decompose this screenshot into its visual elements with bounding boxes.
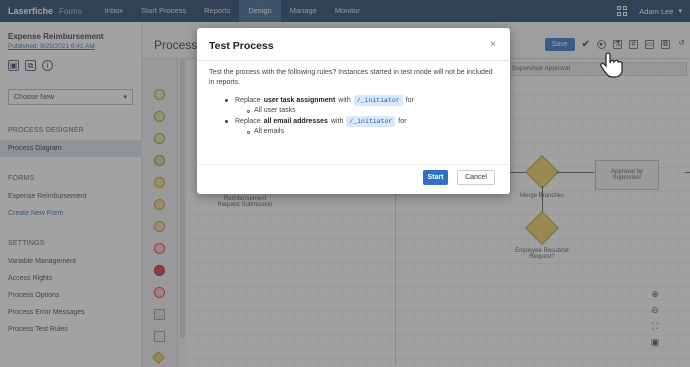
rule-scope: All emails: [225, 127, 499, 137]
bullet-icon: [225, 120, 228, 123]
rule-subject: all email addresses: [263, 118, 328, 125]
scope-text: All user tasks: [254, 107, 296, 114]
start-button[interactable]: Start: [423, 170, 448, 185]
bullet-icon: [225, 99, 228, 102]
sub-bullet-icon: [247, 130, 250, 134]
rule-text: for: [398, 118, 407, 125]
rule-user-task: Replace user task assignment with /_init…: [225, 95, 499, 106]
rule-text: for: [405, 97, 414, 104]
rule-subject: user task assignment: [263, 97, 336, 104]
dialog-divider: [197, 60, 510, 61]
sub-bullet-icon: [247, 109, 250, 113]
rule-text: with: [338, 97, 351, 104]
rule-text: with: [330, 118, 344, 125]
rule-text: Replace: [235, 97, 261, 104]
initiator-tag: /_initiator: [346, 116, 396, 127]
dialog-title: Test Process: [209, 40, 274, 52]
test-process-dialog: Test Process × Test the process with the…: [197, 28, 510, 194]
rule-text: Replace: [235, 118, 261, 125]
hand-cursor-icon: [600, 52, 623, 78]
cancel-button[interactable]: Cancel: [457, 170, 495, 185]
scope-text: All emails: [254, 128, 284, 135]
initiator-tag: /_initiator: [353, 95, 403, 106]
dialog-body: Test the process with the following rule…: [209, 68, 499, 137]
test-rules-list: Replace user task assignment with /_init…: [209, 95, 499, 137]
rule-email: Replace all email addresses with /_initi…: [225, 116, 499, 127]
rule-scope: All user tasks: [225, 106, 499, 116]
dialog-intro: Test the process with the following rule…: [209, 69, 493, 86]
close-icon[interactable]: ×: [490, 39, 496, 50]
dialog-footer-divider: [197, 164, 510, 165]
